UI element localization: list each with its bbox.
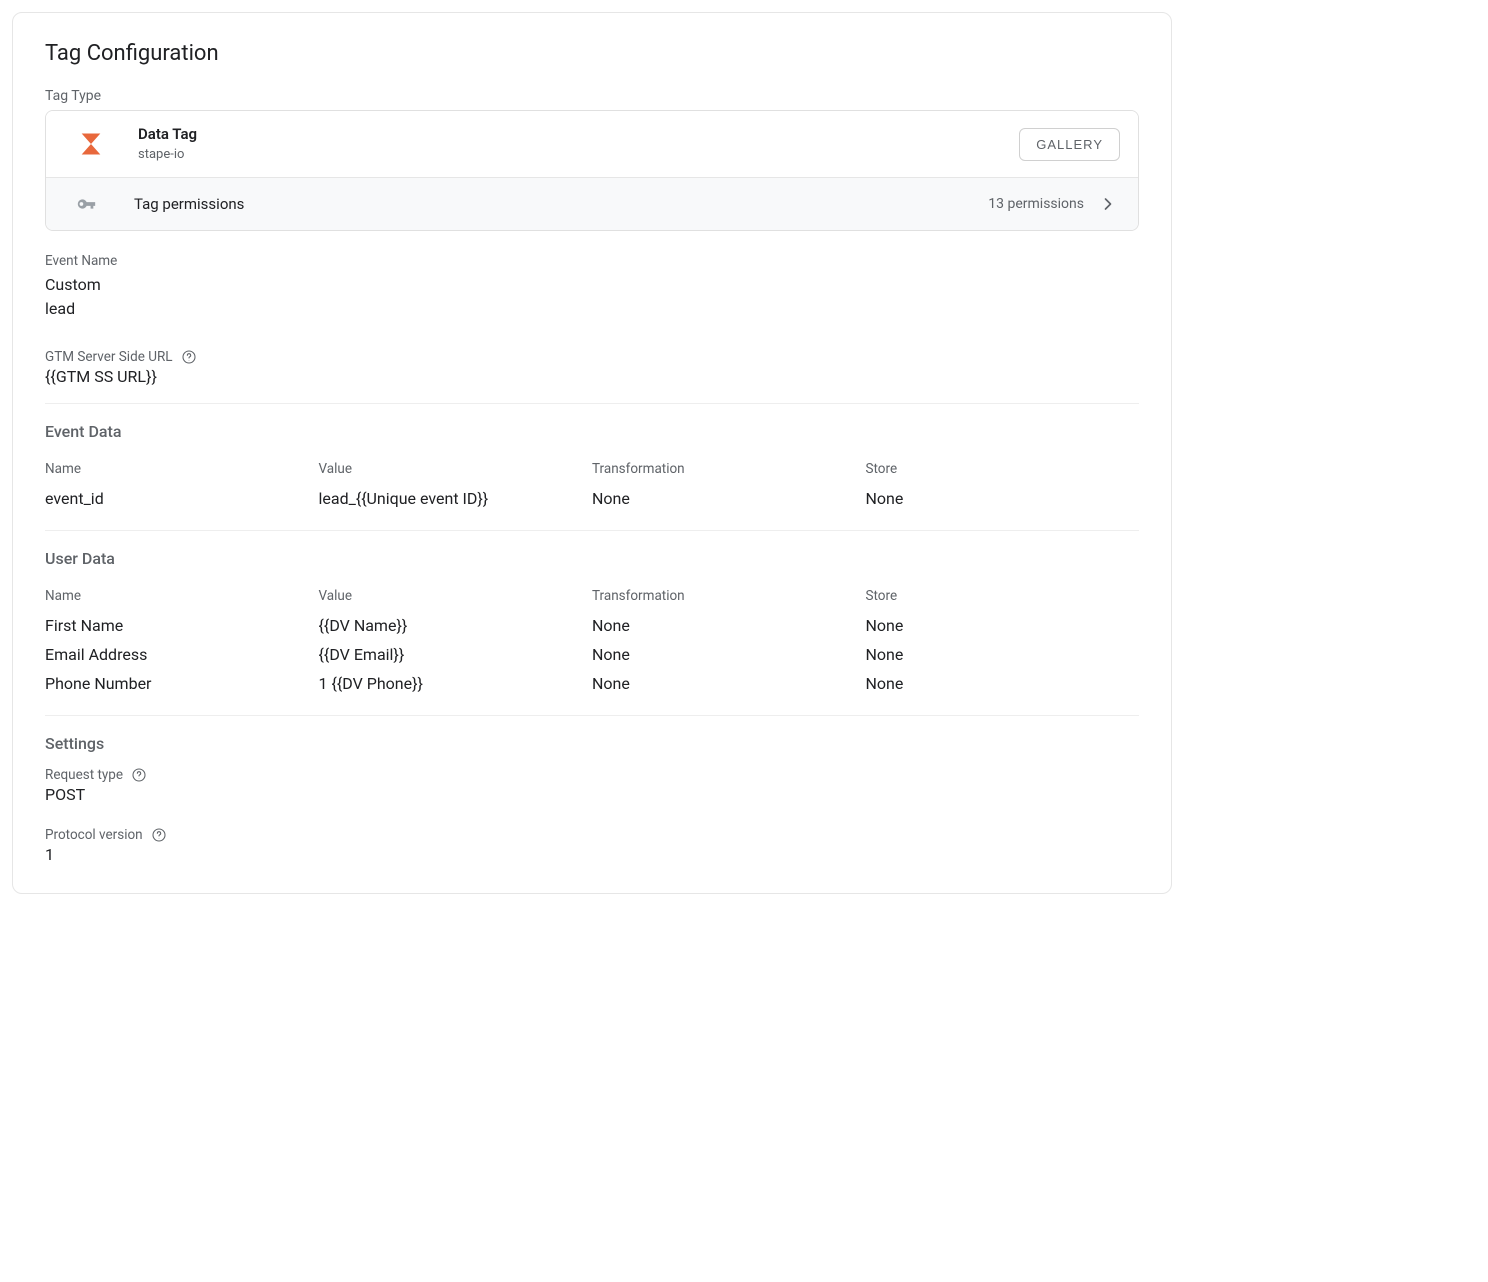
divider <box>45 715 1139 716</box>
cell-store: None <box>866 612 1140 641</box>
help-icon[interactable] <box>181 349 197 365</box>
cell-store: None <box>866 670 1140 699</box>
col-header-transformation: Transformation <box>592 582 866 612</box>
protocol-version-block: Protocol version 1 <box>45 827 1139 867</box>
cell-store: None <box>866 641 1140 670</box>
server-url-label: GTM Server Side URL <box>45 349 173 365</box>
tag-type-label: Tag Type <box>45 88 1139 104</box>
event-name-block: Event Name Custom lead <box>45 253 1139 321</box>
request-type-label-row: Request type <box>45 767 1139 783</box>
tag-subtitle: stape-io <box>138 147 197 164</box>
cell-name: Email Address <box>45 641 319 670</box>
permissions-count: 13 permissions <box>988 196 1084 212</box>
cell-value: lead_{{Unique event ID}} <box>319 485 593 514</box>
gallery-button[interactable]: GALLERY <box>1019 128 1120 161</box>
cell-name: First Name <box>45 612 319 641</box>
cell-transformation: None <box>592 670 866 699</box>
cell-value: {{DV Name}} <box>319 612 593 641</box>
cell-transformation: None <box>592 485 866 514</box>
cell-value: {{DV Email}} <box>319 641 593 670</box>
server-url-label-row: GTM Server Side URL <box>45 349 1139 365</box>
table-row: Email Address{{DV Email}}NoneNone <box>45 641 1139 670</box>
col-header-store: Store <box>866 582 1140 612</box>
protocol-version-value: 1 <box>45 843 1139 867</box>
tag-type-row[interactable]: Data Tag stape-io GALLERY <box>46 111 1138 177</box>
event-data-title: Event Data <box>45 422 1139 441</box>
request-type-block: Request type POST <box>45 767 1139 807</box>
cell-store: None <box>866 485 1140 514</box>
tag-configuration-card: Tag Configuration Tag Type Data Tag stap… <box>12 12 1172 894</box>
protocol-version-label-row: Protocol version <box>45 827 1139 843</box>
server-url-block: GTM Server Side URL {{GTM SS URL}} <box>45 349 1139 389</box>
col-header-name: Name <box>45 582 319 612</box>
data-tag-icon <box>74 127 108 161</box>
user-data-table: Name Value Transformation Store First Na… <box>45 582 1139 699</box>
tag-permissions-label: Tag permissions <box>134 195 244 213</box>
help-icon[interactable] <box>151 827 167 843</box>
col-header-value: Value <box>319 455 593 485</box>
protocol-version-label: Protocol version <box>45 827 143 843</box>
key-icon <box>74 192 98 216</box>
table-row: event_idlead_{{Unique event ID}}NoneNone <box>45 485 1139 514</box>
col-header-transformation: Transformation <box>592 455 866 485</box>
event-name-select: Custom <box>45 273 1139 297</box>
table-row: Phone Number1 {{DV Phone}}NoneNone <box>45 670 1139 699</box>
divider <box>45 530 1139 531</box>
event-name-label: Event Name <box>45 253 1139 269</box>
tag-permissions-row[interactable]: Tag permissions 13 permissions <box>46 177 1138 230</box>
settings-title: Settings <box>45 734 1139 753</box>
tag-type-box: Data Tag stape-io GALLERY Tag permission… <box>45 110 1139 231</box>
help-icon[interactable] <box>131 767 147 783</box>
col-header-store: Store <box>866 455 1140 485</box>
cell-value: 1 {{DV Phone}} <box>319 670 593 699</box>
cell-name: event_id <box>45 485 319 514</box>
cell-transformation: None <box>592 641 866 670</box>
card-title: Tag Configuration <box>45 41 1139 66</box>
event-name-custom: lead <box>45 297 1139 321</box>
server-url-value: {{GTM SS URL}} <box>45 365 1139 389</box>
request-type-value: POST <box>45 783 1139 807</box>
cell-transformation: None <box>592 612 866 641</box>
request-type-label: Request type <box>45 767 123 783</box>
user-data-title: User Data <box>45 549 1139 568</box>
tag-name: Data Tag <box>138 125 197 145</box>
divider <box>45 403 1139 404</box>
tag-type-text: Data Tag stape-io <box>138 125 197 163</box>
col-header-value: Value <box>319 582 593 612</box>
cell-name: Phone Number <box>45 670 319 699</box>
event-data-table: Name Value Transformation Store event_id… <box>45 455 1139 514</box>
col-header-name: Name <box>45 455 319 485</box>
table-row: First Name{{DV Name}}NoneNone <box>45 612 1139 641</box>
chevron-right-icon <box>1098 194 1118 214</box>
